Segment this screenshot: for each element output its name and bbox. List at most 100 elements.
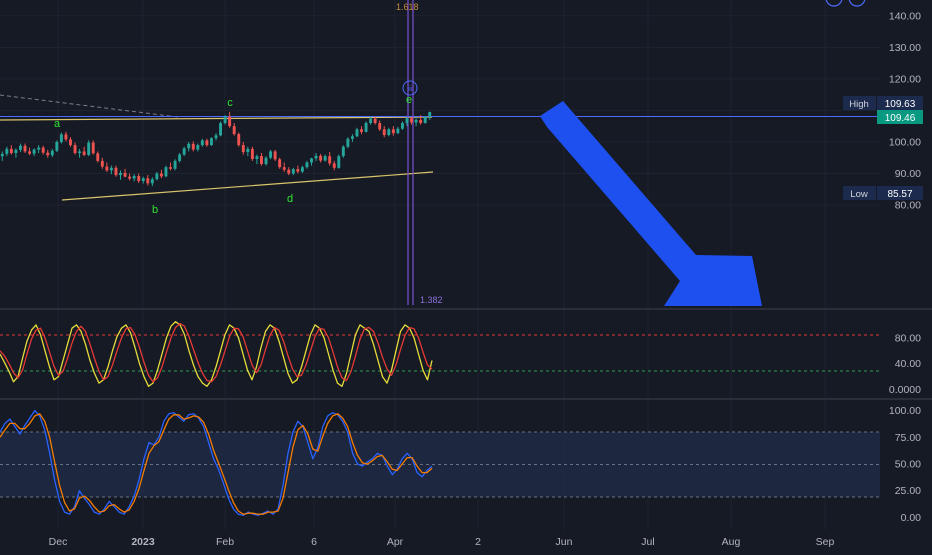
- candle-body: [328, 156, 332, 164]
- high-badge-label: High: [849, 99, 869, 110]
- candle-body: [423, 116, 427, 124]
- chart-svg: 1.618 1.382 a b c d e iii 80.00 90.00 100.…: [0, 0, 932, 548]
- candle-body: [59, 134, 63, 142]
- candle-body: [146, 178, 150, 184]
- candle-body: [373, 118, 377, 124]
- wave-label-d: d: [287, 193, 293, 205]
- candle-body: [273, 151, 277, 160]
- candle-body: [209, 138, 213, 146]
- high-badge: High 109.63: [843, 96, 923, 110]
- candle-body: [319, 155, 323, 161]
- candle-body: [405, 118, 409, 124]
- fib-label-top: 1.618: [396, 2, 419, 12]
- price-panel: 1.618 1.382 a b c d e iii: [0, 0, 880, 306]
- lower-trendline: [61, 171, 434, 201]
- candle-body: [214, 135, 218, 139]
- low-badge-label: Low: [850, 189, 868, 200]
- candle-body: [269, 151, 273, 158]
- candle-body: [87, 142, 91, 155]
- candle-body: [141, 178, 145, 182]
- time-axis-tick: Sep: [816, 536, 835, 548]
- candle-body: [114, 167, 118, 176]
- candle-body: [396, 128, 400, 134]
- osc1-axis-tick: 40.00: [895, 358, 921, 370]
- candle-body: [378, 123, 382, 130]
- wave-marker-label: iii: [408, 86, 413, 93]
- oscillator-1-panel: [0, 321, 880, 387]
- candle-body: [250, 148, 254, 159]
- candle-body: [41, 147, 45, 153]
- candle-body: [169, 167, 172, 169]
- dashed-trendline: [0, 94, 179, 118]
- candle-body: [341, 146, 345, 157]
- candle-body: [282, 167, 286, 170]
- candle-body: [64, 134, 68, 140]
- osc2-axis-tick: 75.00: [895, 432, 921, 444]
- wave-label-e: e: [406, 94, 412, 106]
- candle-body: [410, 118, 413, 123]
- candle-body: [55, 141, 59, 151]
- candle-body: [419, 119, 423, 124]
- time-axis-tick: 6: [311, 536, 317, 548]
- candle-body: [182, 148, 186, 155]
- candle-body: [323, 156, 327, 161]
- candle-body: [278, 159, 282, 168]
- candle-body: [287, 169, 291, 174]
- candle-body: [128, 176, 132, 179]
- candle-body: [150, 179, 154, 184]
- candle-body: [387, 129, 391, 136]
- candle-body: [310, 158, 313, 163]
- oscillator-2-panel: [0, 409, 880, 516]
- upper-trendline: [0, 116, 433, 121]
- candle-body: [205, 140, 209, 146]
- candle-body: [414, 119, 418, 123]
- time-axis-tick: Feb: [216, 536, 234, 548]
- candle-body: [350, 136, 354, 139]
- candle-body: [291, 169, 295, 174]
- wave-label-c: c: [227, 97, 233, 109]
- candle-body: [69, 139, 72, 146]
- candle-body: [46, 152, 50, 156]
- candle-body: [232, 126, 236, 135]
- candle-body: [109, 167, 113, 171]
- candle-body: [96, 153, 100, 161]
- candle-body: [260, 156, 263, 165]
- time-axis-tick: Jul: [641, 536, 654, 548]
- candle-body: [100, 160, 104, 167]
- candle-body: [105, 166, 109, 171]
- candle-body: [305, 162, 309, 168]
- candle-body: [364, 123, 368, 132]
- price-axis-tick: 90.00: [895, 168, 921, 180]
- candle-body: [123, 172, 127, 177]
- candle-body: [159, 173, 163, 177]
- candle-body: [264, 157, 268, 165]
- candle-body: [155, 173, 159, 180]
- time-axis: Dec 2023 Feb 6 Apr 2 Jun Jul Aug Sep: [49, 536, 835, 548]
- price-axis-tick: 120.00: [889, 73, 921, 85]
- low-badge-value: 85.57: [887, 189, 912, 200]
- candle-body: [9, 148, 13, 153]
- candle-body: [191, 143, 195, 150]
- price-axis-tick: 140.00: [889, 10, 921, 22]
- candle-body: [73, 145, 77, 153]
- candle-body: [14, 149, 18, 153]
- candle-body: [164, 167, 168, 177]
- osc2-axis-tick: 100.00: [889, 405, 921, 417]
- price-axis: 80.0090.00100.00110.00120.00130.00140.00…: [889, 10, 921, 524]
- wave-marker-top-1: [825, 0, 843, 7]
- candle-body: [187, 143, 191, 149]
- high-badge-value: 109.63: [885, 99, 916, 110]
- candle-body: [119, 172, 122, 176]
- candle-body: [28, 151, 32, 154]
- candle-body: [19, 145, 22, 150]
- candle-body: [23, 145, 27, 152]
- candle-body: [355, 129, 359, 137]
- time-axis-tick: Dec: [49, 536, 68, 548]
- candle-body: [428, 112, 432, 117]
- candle-body: [300, 167, 304, 172]
- time-axis-tick: 2: [475, 536, 481, 548]
- candle-body: [50, 150, 54, 156]
- price-axis-tick: 80.00: [895, 200, 921, 212]
- fib-label-bottom: 1.382: [420, 295, 443, 305]
- osc2-axis-tick: 25.00: [895, 485, 921, 497]
